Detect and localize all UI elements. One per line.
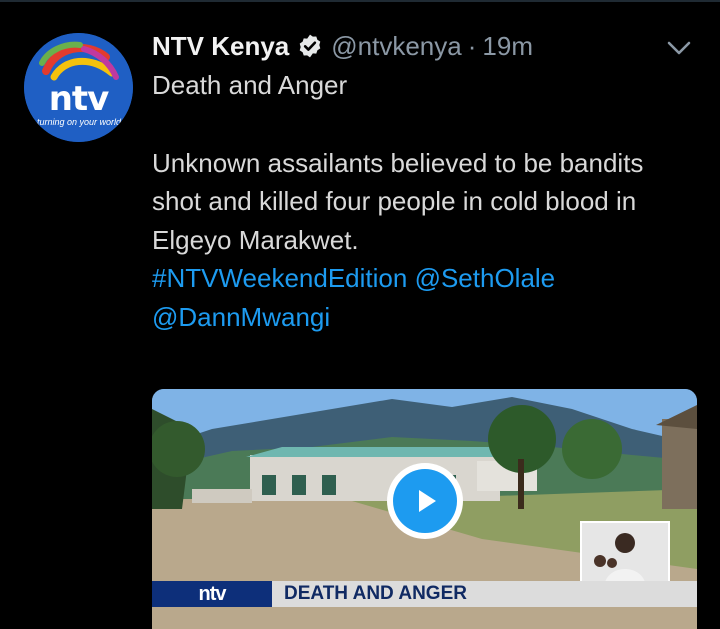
avatar[interactable]: ntv turning on your world (24, 33, 133, 142)
avatar-slogan: turning on your world (36, 117, 122, 127)
tweet-text: Death and Anger Unknown assailants belie… (152, 66, 692, 336)
sign-language-inset (580, 521, 670, 589)
tweet-header: NTV Kenya @ntvkenya · 19m (152, 28, 533, 64)
video-player[interactable]: ntv DEATH AND ANGER (152, 389, 697, 629)
avatar-logo-text: ntv (48, 79, 110, 119)
lower-third-banner: ntv DEATH AND ANGER (152, 581, 697, 607)
play-button[interactable] (387, 463, 463, 539)
tweet-title-line: Death and Anger (152, 70, 348, 100)
timestamp[interactable]: 19m (482, 31, 533, 62)
separator-dot: · (467, 30, 477, 61)
top-divider (0, 0, 720, 2)
mention-link[interactable]: @DannMwangi (152, 302, 330, 332)
verified-badge-icon (299, 34, 321, 58)
mention-link[interactable]: @SethOlale (415, 263, 556, 293)
video-brand-tag: ntv (152, 581, 272, 607)
chevron-down-icon[interactable] (664, 33, 694, 63)
handle[interactable]: @ntvkenya (331, 31, 461, 62)
hashtag-link[interactable]: #NTVWeekendEdition (152, 263, 407, 293)
display-name[interactable]: NTV Kenya (152, 31, 289, 62)
tweet-body: Unknown assailants believed to be bandit… (152, 147, 644, 255)
video-headline: DEATH AND ANGER (284, 583, 467, 604)
play-icon (419, 490, 436, 512)
